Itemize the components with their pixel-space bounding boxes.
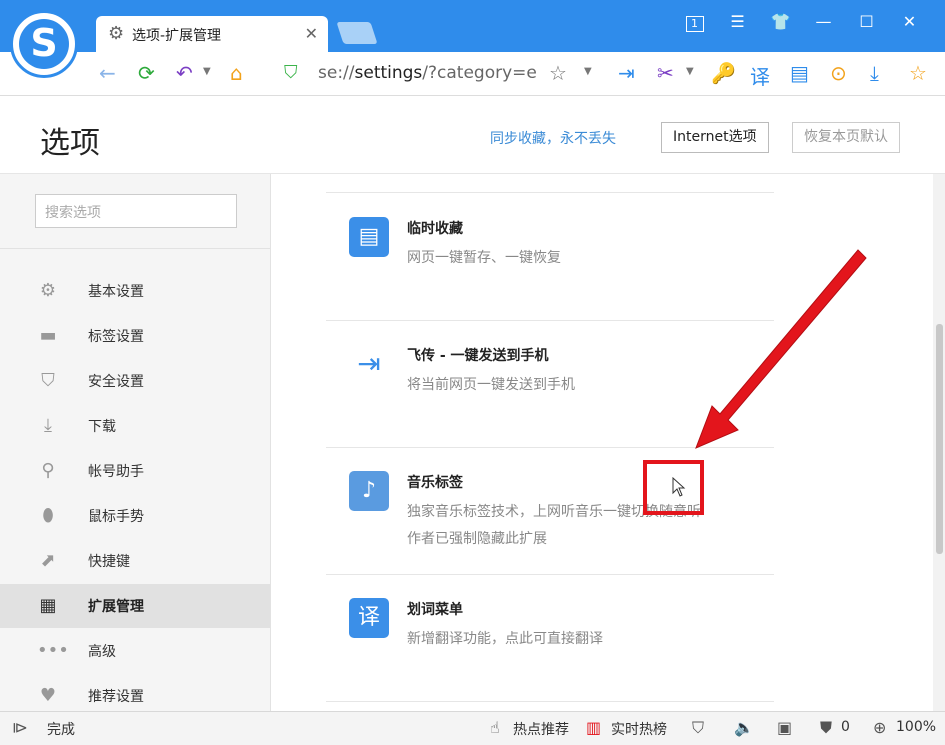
- status-text: 完成: [47, 722, 75, 738]
- zoom-level[interactable]: 100%: [896, 719, 936, 735]
- browser-logo[interactable]: S: [10, 10, 78, 78]
- zoom-icon[interactable]: ⊕: [873, 718, 886, 737]
- toolbox-icon[interactable]: ▣: [777, 718, 792, 737]
- hot-recommend-link[interactable]: 热点推荐: [513, 719, 569, 739]
- adblock-count: 0: [841, 719, 850, 735]
- security-shield-icon[interactable]: ⛉: [692, 718, 704, 738]
- realtime-hot-icon[interactable]: ▥: [586, 718, 601, 737]
- adblock-icon[interactable]: ⛊: [820, 718, 832, 738]
- sidebar-toggle-icon[interactable]: ⧐: [12, 718, 28, 737]
- hot-recommend-icon[interactable]: ☝: [490, 718, 500, 737]
- volume-icon[interactable]: 🔈: [734, 718, 754, 737]
- mouse-cursor-icon: [672, 477, 686, 497]
- status-bar: ⧐ 完成 ☝ 热点推荐 ▥ 实时热榜 ⛉ 🔈 ▣ ⛊ 0 ⊕ 100%: [0, 711, 945, 745]
- annotation-arrow: [695, 249, 867, 449]
- realtime-hot-link[interactable]: 实时热榜: [611, 719, 667, 739]
